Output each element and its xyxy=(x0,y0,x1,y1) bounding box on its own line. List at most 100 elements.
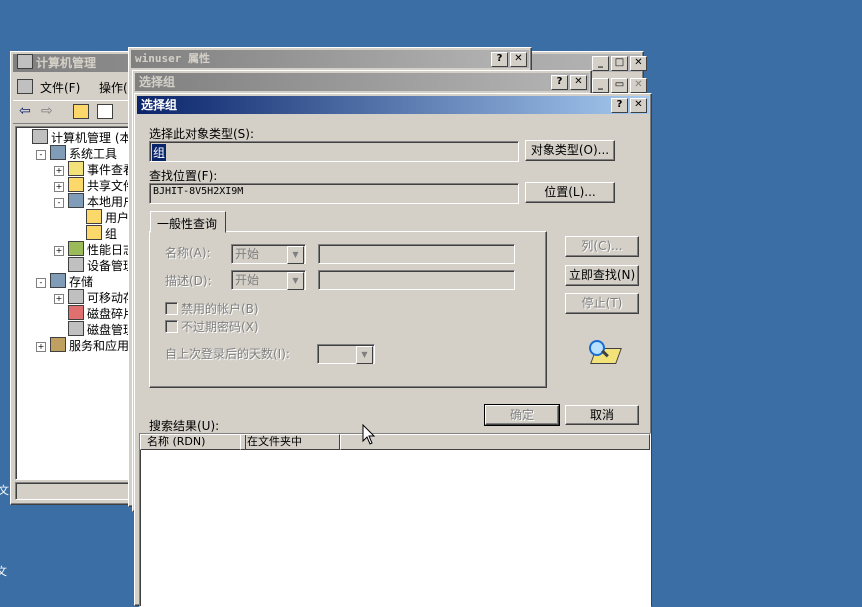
tree-item[interactable]: + 服务和应用程 xyxy=(18,337,130,353)
days-since-logon-combo[interactable]: ▼ xyxy=(317,344,375,364)
tree-node-icon xyxy=(50,145,66,160)
props-title: winuser 属性 xyxy=(135,52,210,65)
name-label: 名称(A): xyxy=(165,246,211,260)
mmc-menubar: 文件(F) 操作( xyxy=(13,76,131,96)
select-group-back-title: 选择组 xyxy=(139,75,176,89)
tree-item[interactable]: 磁盘碎片 xyxy=(18,305,131,321)
dialog-close-button[interactable]: ✕ xyxy=(630,98,647,113)
forward-arrow-icon[interactable]: ⇨ xyxy=(41,103,53,119)
mmc-minimize-button[interactable]: _ xyxy=(592,56,609,71)
tree-item[interactable]: 用户 xyxy=(18,209,129,225)
disabled-accounts-label: 禁用的帐户(B) xyxy=(181,302,259,316)
back-help-button[interactable]: ? xyxy=(551,75,568,90)
back-arrow-icon[interactable]: ⇦ xyxy=(19,103,31,119)
description-label: 描述(D): xyxy=(165,274,212,288)
tree-node-icon xyxy=(68,305,84,320)
expand-icon[interactable]: + xyxy=(54,294,64,304)
columns-button[interactable]: 列(C)... xyxy=(565,236,639,257)
inner-close-button[interactable]: ✕ xyxy=(630,78,647,93)
tree-item[interactable]: - 本地用户 xyxy=(18,193,131,209)
tree-item[interactable]: - 存储 xyxy=(18,273,93,289)
mmc-window-controls: _ □ ✕ xyxy=(592,56,647,71)
column-header-name[interactable]: 名称 (RDN) xyxy=(140,434,246,450)
locations-button[interactable]: 位置(L)... xyxy=(525,182,615,203)
mmc-maximize-button[interactable]: □ xyxy=(611,56,628,71)
tree-item[interactable]: 组 xyxy=(18,225,117,241)
tree-item[interactable]: + 事件查看 xyxy=(18,161,131,177)
menu-file[interactable]: 文件(F) xyxy=(40,79,80,96)
tree-item-label: 本地用户 xyxy=(87,195,131,209)
expand-icon[interactable]: + xyxy=(54,166,64,176)
collapse-icon[interactable]: - xyxy=(36,278,46,288)
column-header-folder[interactable]: 在文件夹中 xyxy=(240,434,340,450)
object-types-button[interactable]: 对象类型(O)... xyxy=(525,140,615,161)
tree-node-icon xyxy=(68,321,84,336)
inner-restore-button[interactable]: ▭ xyxy=(611,78,628,93)
description-combo[interactable]: 开始 ▼ xyxy=(231,270,306,290)
props-close-button[interactable]: ✕ xyxy=(510,52,527,67)
tree-pane: 计算机管理 (本地 - 系统工具 + 事件查看 + 共享文件 - 本地用户用户组+性能日志设备管… xyxy=(15,126,131,480)
tree-node-icon xyxy=(86,225,102,240)
tree-item-label: 系统工具 xyxy=(69,147,118,161)
mmc-toolbar: ⇦ ⇨ xyxy=(13,100,131,124)
tree-item-label: 共享文件 xyxy=(87,179,131,193)
stop-button[interactable]: 停止(T) xyxy=(565,293,639,314)
menu-action[interactable]: 操作( xyxy=(99,79,128,96)
tree-item[interactable]: - 系统工具 xyxy=(18,145,117,161)
tree-item-label: 存储 xyxy=(69,275,94,289)
collapse-icon[interactable]: - xyxy=(36,150,46,160)
cancel-button[interactable]: 取消 xyxy=(565,405,639,425)
inner-minimize-button[interactable]: _ xyxy=(592,78,609,93)
disabled-accounts-checkbox[interactable] xyxy=(165,302,178,315)
tree-node-icon xyxy=(68,177,84,192)
tree-item[interactable]: 设备管理 xyxy=(18,257,130,273)
expand-icon[interactable]: + xyxy=(54,182,64,192)
tree-item-label: 磁盘碎片 xyxy=(87,307,131,321)
tree-node-icon xyxy=(50,273,66,288)
days-since-logon-label: 自上次登录后的天数(I): xyxy=(165,347,290,361)
dialog-titlebar[interactable]: 选择组 xyxy=(137,96,649,114)
mmc-close-button[interactable]: ✕ xyxy=(630,56,647,71)
up-folder-icon[interactable] xyxy=(73,104,89,119)
tree-item[interactable]: + 共享文件 xyxy=(18,177,131,193)
back-close-button[interactable]: ✕ xyxy=(570,75,587,90)
tree-item[interactable]: 磁盘管理 xyxy=(18,321,131,337)
desktop-text-2: 文 xyxy=(0,565,7,578)
tree-item[interactable]: + 性能日志 xyxy=(18,241,130,257)
collapse-icon[interactable]: - xyxy=(54,198,64,208)
tree-item-label: 用户 xyxy=(105,211,130,225)
non-expiring-password-checkbox[interactable] xyxy=(165,320,178,333)
name-combo[interactable]: 开始 ▼ xyxy=(231,244,306,264)
props-titlebar[interactable]: winuser 属性 xyxy=(131,50,529,68)
tree-item[interactable]: 计算机管理 (本地 xyxy=(18,129,130,145)
tree-item-label: 服务和应用程 xyxy=(69,339,130,353)
tree-item-label: 事件查看 xyxy=(87,163,131,177)
find-now-button[interactable]: 立即查找(N) xyxy=(565,265,639,286)
select-group-back-titlebar[interactable]: 选择组 xyxy=(135,73,589,91)
tree-item-label: 磁盘管理 xyxy=(87,323,131,337)
search-results-list[interactable]: 名称 (RDN) 在文件夹中 xyxy=(139,433,651,607)
search-icon xyxy=(587,338,622,368)
name-text-field[interactable] xyxy=(318,244,515,264)
description-text-field[interactable] xyxy=(318,270,515,290)
name-combo-value: 开始 xyxy=(235,247,260,261)
show-hide-tree-icon[interactable] xyxy=(97,104,113,119)
computer-icon xyxy=(17,54,33,69)
inner-window-controls: _ ▭ ✕ xyxy=(592,78,647,93)
props-help-button[interactable]: ? xyxy=(491,52,508,67)
description-combo-value: 开始 xyxy=(235,273,260,287)
tree-node-icon xyxy=(68,289,84,304)
object-type-label: 选择此对象类型(S): xyxy=(149,127,255,141)
location-label: 查找位置(F): xyxy=(149,169,218,183)
general-queries-tab[interactable]: 一般性查询 xyxy=(150,211,226,233)
chevron-down-icon: ▼ xyxy=(356,346,373,364)
expand-icon[interactable]: + xyxy=(54,246,64,256)
tree-node-icon xyxy=(68,257,84,272)
tree-item[interactable]: + 可移动存 xyxy=(18,289,130,305)
desktop-text-1: 文 xyxy=(0,484,9,497)
dialog-help-button[interactable]: ? xyxy=(611,98,628,113)
tree-node-icon xyxy=(68,241,84,256)
chevron-down-icon: ▼ xyxy=(287,272,304,290)
expand-icon[interactable]: + xyxy=(36,342,46,352)
ok-button[interactable]: 确定 xyxy=(484,404,560,426)
